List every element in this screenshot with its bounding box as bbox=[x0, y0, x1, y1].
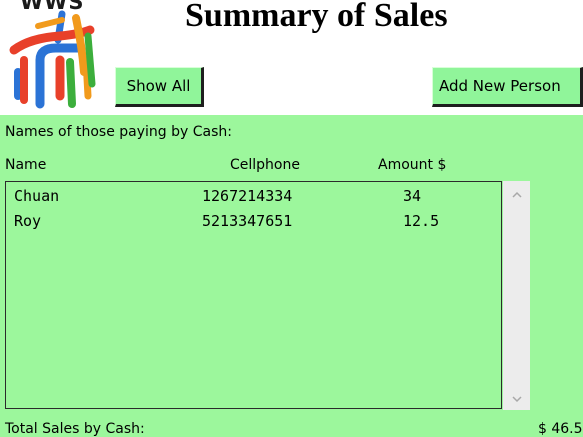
page-title: Summary of Sales bbox=[185, 0, 448, 34]
total-value: $ 46.5 bbox=[538, 421, 583, 437]
cash-payments-list[interactable]: Chuan 1267214334 34 Roy 5213347651 12.5 bbox=[5, 181, 502, 409]
cash-summary-panel: Names of those paying by Cash: Name Cell… bbox=[0, 115, 583, 437]
section-label: Names of those paying by Cash: bbox=[5, 124, 232, 140]
list-item-cellphone: 1267214334 bbox=[202, 187, 293, 205]
chevron-down-icon[interactable] bbox=[503, 390, 530, 408]
logo-figure-icon bbox=[9, 10, 96, 109]
wws-logo: WWS bbox=[0, 0, 115, 112]
vertical-scrollbar[interactable] bbox=[503, 181, 530, 410]
app-window: WWS Summary of Sales Show All Add New Pe… bbox=[0, 0, 583, 437]
list-item-amount: 34 bbox=[403, 187, 422, 205]
column-header-amount: Amount $ bbox=[378, 157, 447, 173]
list-item-name: Roy bbox=[14, 212, 42, 230]
total-label: Total Sales by Cash: bbox=[5, 421, 145, 437]
list-item[interactable]: Chuan 1267214334 34 bbox=[6, 187, 501, 209]
list-item-cellphone: 5213347651 bbox=[202, 212, 293, 230]
list-item[interactable]: Roy 5213347651 12.5 bbox=[6, 212, 501, 234]
column-header-name: Name bbox=[5, 157, 47, 173]
list-item-name: Chuan bbox=[14, 187, 60, 205]
chevron-up-icon[interactable] bbox=[503, 185, 530, 203]
add-new-person-button[interactable]: Add New Person bbox=[432, 67, 583, 107]
column-header-cellphone: Cellphone bbox=[230, 157, 300, 173]
show-all-button[interactable]: Show All bbox=[115, 67, 204, 107]
list-item-amount: 12.5 bbox=[403, 212, 440, 230]
